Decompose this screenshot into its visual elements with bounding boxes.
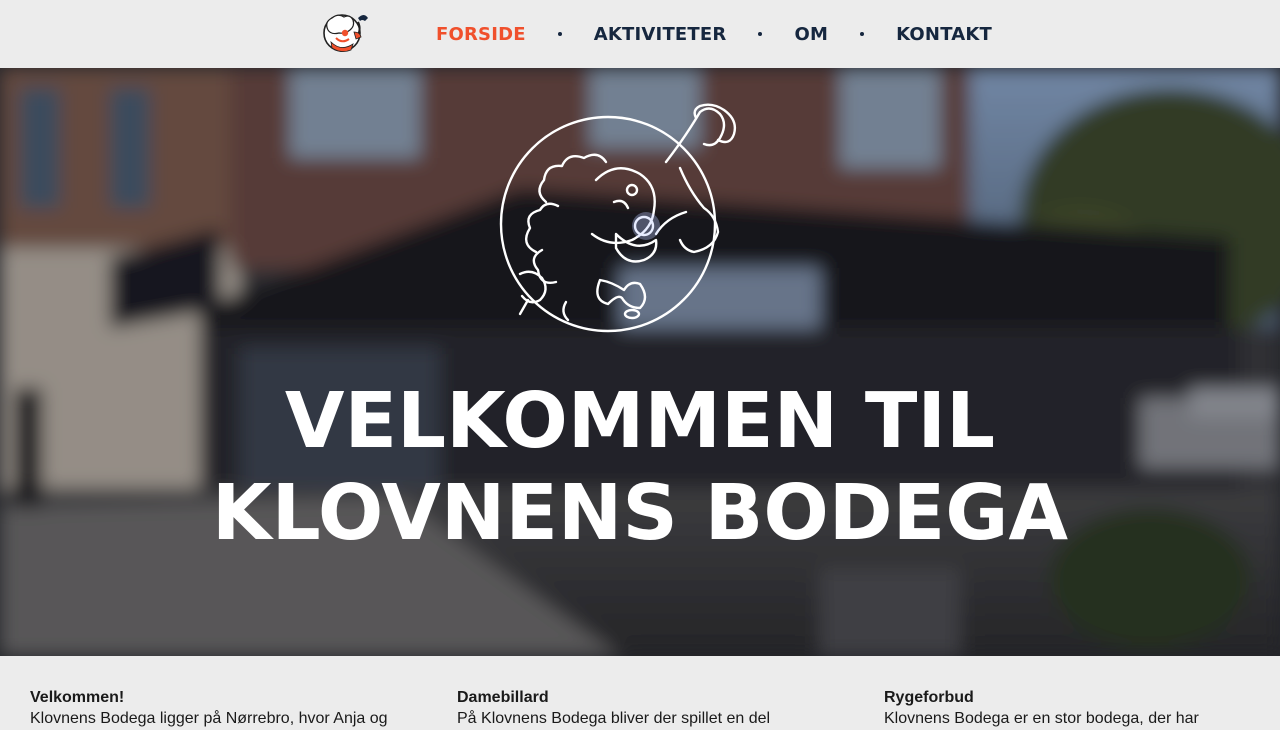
column-damebillard: Damebillard På Klovnens Bodega bliver de… — [457, 688, 837, 730]
column-velkommen: Velkommen! Klovnens Bodega ligger på Nør… — [30, 688, 410, 730]
nav-item-aktiviteter[interactable]: AKTIVITETER — [594, 24, 727, 45]
column-heading: Velkommen! — [30, 689, 125, 706]
hero-title-line-1: VELKOMMEN TIL — [284, 377, 996, 466]
nav-separator-dot — [860, 32, 865, 36]
column-text: Klovnens Bodega er en stor bodega, der h… — [884, 710, 1199, 727]
nav-separator-dot — [758, 32, 763, 36]
nav-item-kontakt[interactable]: KONTAKT — [896, 24, 992, 45]
main-menu: FORSIDE AKTIVITETER OM KONTAKT — [436, 20, 992, 48]
hero-title-line-2: KLOVNENS BODEGA — [211, 469, 1069, 558]
hero-title: VELKOMMEN TIL KLOVNENS BODEGA — [0, 376, 1280, 560]
hero-section: VELKOMMEN TIL KLOVNENS BODEGA — [0, 68, 1280, 656]
clown-logo-large-icon — [496, 102, 788, 334]
column-rygeforbud: Rygeforbud Klovnens Bodega er en stor bo… — [884, 688, 1264, 730]
intro-columns: Velkommen! Klovnens Bodega ligger på Nør… — [0, 656, 1280, 727]
column-heading: Damebillard — [457, 689, 549, 706]
nav-item-forside[interactable]: FORSIDE — [436, 24, 526, 45]
clown-logo-icon[interactable] — [318, 8, 374, 54]
top-navbar: FORSIDE AKTIVITETER OM KONTAKT — [0, 0, 1280, 68]
column-heading: Rygeforbud — [884, 689, 974, 706]
column-text: På Klovnens Bodega bliver der spillet en… — [457, 710, 771, 727]
nav-separator-dot — [557, 32, 562, 36]
nav-item-om[interactable]: OM — [794, 24, 828, 45]
column-text: Klovnens Bodega ligger på Nørrebro, hvor… — [30, 710, 388, 727]
